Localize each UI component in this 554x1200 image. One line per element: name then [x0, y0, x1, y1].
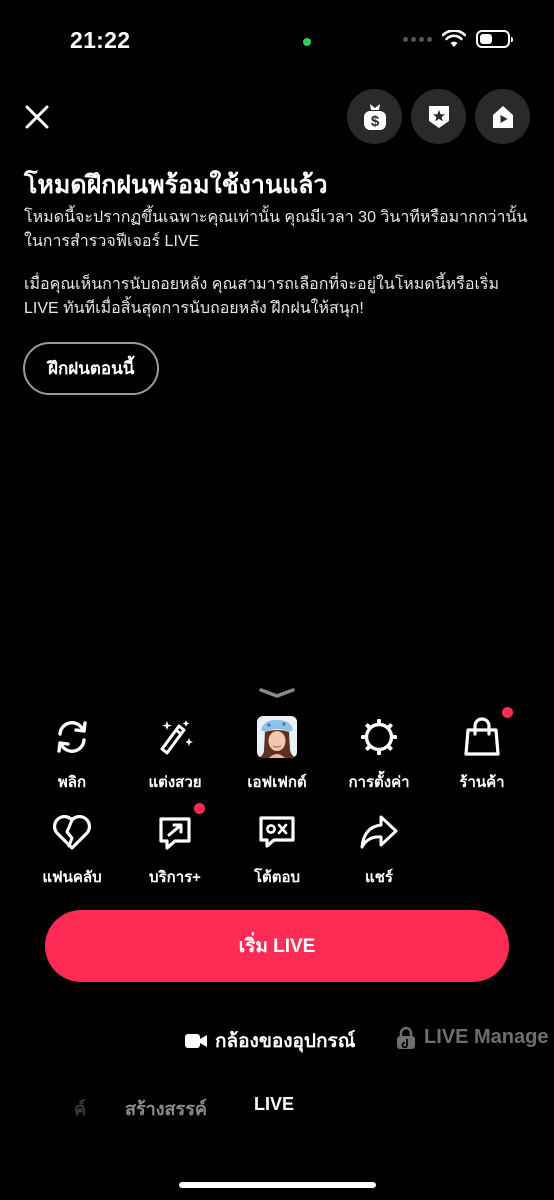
home-play-icon [492, 105, 513, 128]
practice-mode-countdown-info: เมื่อคุณเห็นการนับถอยหลัง คุณสามารถเลือก… [24, 276, 500, 317]
status-time: 21:22 [70, 27, 131, 53]
practice-mode-title: โหมดฝึกฝนพร้อมใช้งานแล้ว [24, 171, 328, 199]
top-actions: $ [347, 89, 530, 144]
effect-thumbnail-icon [257, 716, 297, 758]
fan-club-heart-icon [53, 815, 91, 850]
live-setup-screen: 21:22 $ โหมดฝึกฝนพร้อมใช้งานแล้ว โหมดนี้… [0, 0, 554, 1200]
live-manager-option[interactable]: LIVE Manage [396, 1026, 548, 1049]
device-camera-option[interactable]: กล้องของอุปกรณ์ [185, 1026, 355, 1056]
interact-tool[interactable]: โต้ตอบ [222, 809, 332, 889]
service-notification-dot [194, 803, 205, 814]
battery-level [480, 34, 492, 44]
tool-label: ร้านค้า [459, 774, 505, 791]
tool-label: การตั้งค่า [348, 774, 410, 791]
live-manager-label: LIVE Manage [424, 1026, 549, 1048]
live-center-button[interactable] [475, 89, 530, 144]
close-button[interactable] [18, 98, 56, 136]
creation-mode-tabs: ค์ สร้างสรรค์ LIVE [0, 1094, 554, 1124]
shop-tool[interactable]: ร้านค้า [427, 707, 537, 794]
tool-label: บริการ+ [149, 869, 201, 886]
wifi-icon [442, 30, 466, 47]
recording-indicator-dot [303, 38, 311, 46]
shop-notification-dot [502, 707, 513, 718]
battery-icon [476, 30, 513, 48]
tool-label: แฟนคลับ [42, 869, 102, 886]
tool-label: พลิก [57, 774, 87, 791]
tool-label: แต่งสวย [148, 774, 202, 791]
effects-tool[interactable]: เอฟเฟกต์ [222, 714, 332, 794]
tab-partial[interactable]: ค์ [74, 1094, 86, 1123]
interact-chat-icon [259, 816, 295, 848]
device-camera-label: กล้องของอุปกรณ์ [215, 1031, 356, 1052]
tool-label: โต้ตอบ [253, 869, 301, 886]
service-plus-icon [159, 817, 191, 850]
practice-now-button[interactable]: ฝึกฝนตอนนี้ [23, 342, 160, 395]
tool-label: แชร์ [365, 869, 393, 886]
tool-label: เอฟเฟกต์ [247, 774, 307, 791]
share-arrow-icon [360, 815, 398, 849]
ranking-badge-button[interactable] [411, 89, 466, 144]
live-source-selector: กล้องของอุปกรณ์ LIVE Manage [0, 1026, 554, 1060]
magic-wand-icon [160, 720, 193, 755]
gift-earnings-button[interactable]: $ [347, 89, 402, 144]
shopping-bag-icon [464, 717, 500, 756]
go-live-button[interactable]: เริ่ม LIVE [45, 910, 509, 982]
tools-row-secondary: แฟนคลับ บริการ+ โต้ตอบ แชร์ [0, 803, 554, 889]
money-bag-icon: $ [363, 103, 386, 130]
star-badge-icon [428, 105, 449, 128]
flip-camera-tool[interactable]: พลิก [17, 714, 127, 794]
practice-mode-description: โหมดนี้จะปรากฏขึ้นเฉพาะคุณเท่านั้น คุณมี… [24, 209, 528, 250]
service-plus-tool[interactable]: บริการ+ [120, 803, 230, 889]
lock-app-icon [397, 1026, 415, 1049]
svg-text:$: $ [370, 113, 379, 130]
settings-icon [361, 719, 397, 755]
share-tool[interactable]: แชร์ [324, 809, 434, 889]
home-indicator [179, 1182, 376, 1188]
collapse-tools-button[interactable] [258, 686, 296, 702]
tab-create[interactable]: สร้างสรรค์ [125, 1094, 207, 1123]
tools-row-primary: พลิก แต่งสวย เอฟเฟกต์ การตั้งค่า ร้านค้า [0, 707, 554, 794]
settings-tool[interactable]: การตั้งค่า [324, 714, 434, 794]
tab-live[interactable]: LIVE [254, 1094, 294, 1115]
flip-camera-icon [57, 721, 87, 753]
chevron-down-icon [259, 688, 295, 698]
status-icons [403, 30, 513, 48]
fan-club-tool[interactable]: แฟนคลับ [17, 809, 127, 889]
close-icon [25, 105, 49, 129]
cellular-signal-icon [403, 36, 432, 42]
beautify-tool[interactable]: แต่งสวย [120, 714, 230, 794]
video-camera-icon [185, 1034, 207, 1048]
